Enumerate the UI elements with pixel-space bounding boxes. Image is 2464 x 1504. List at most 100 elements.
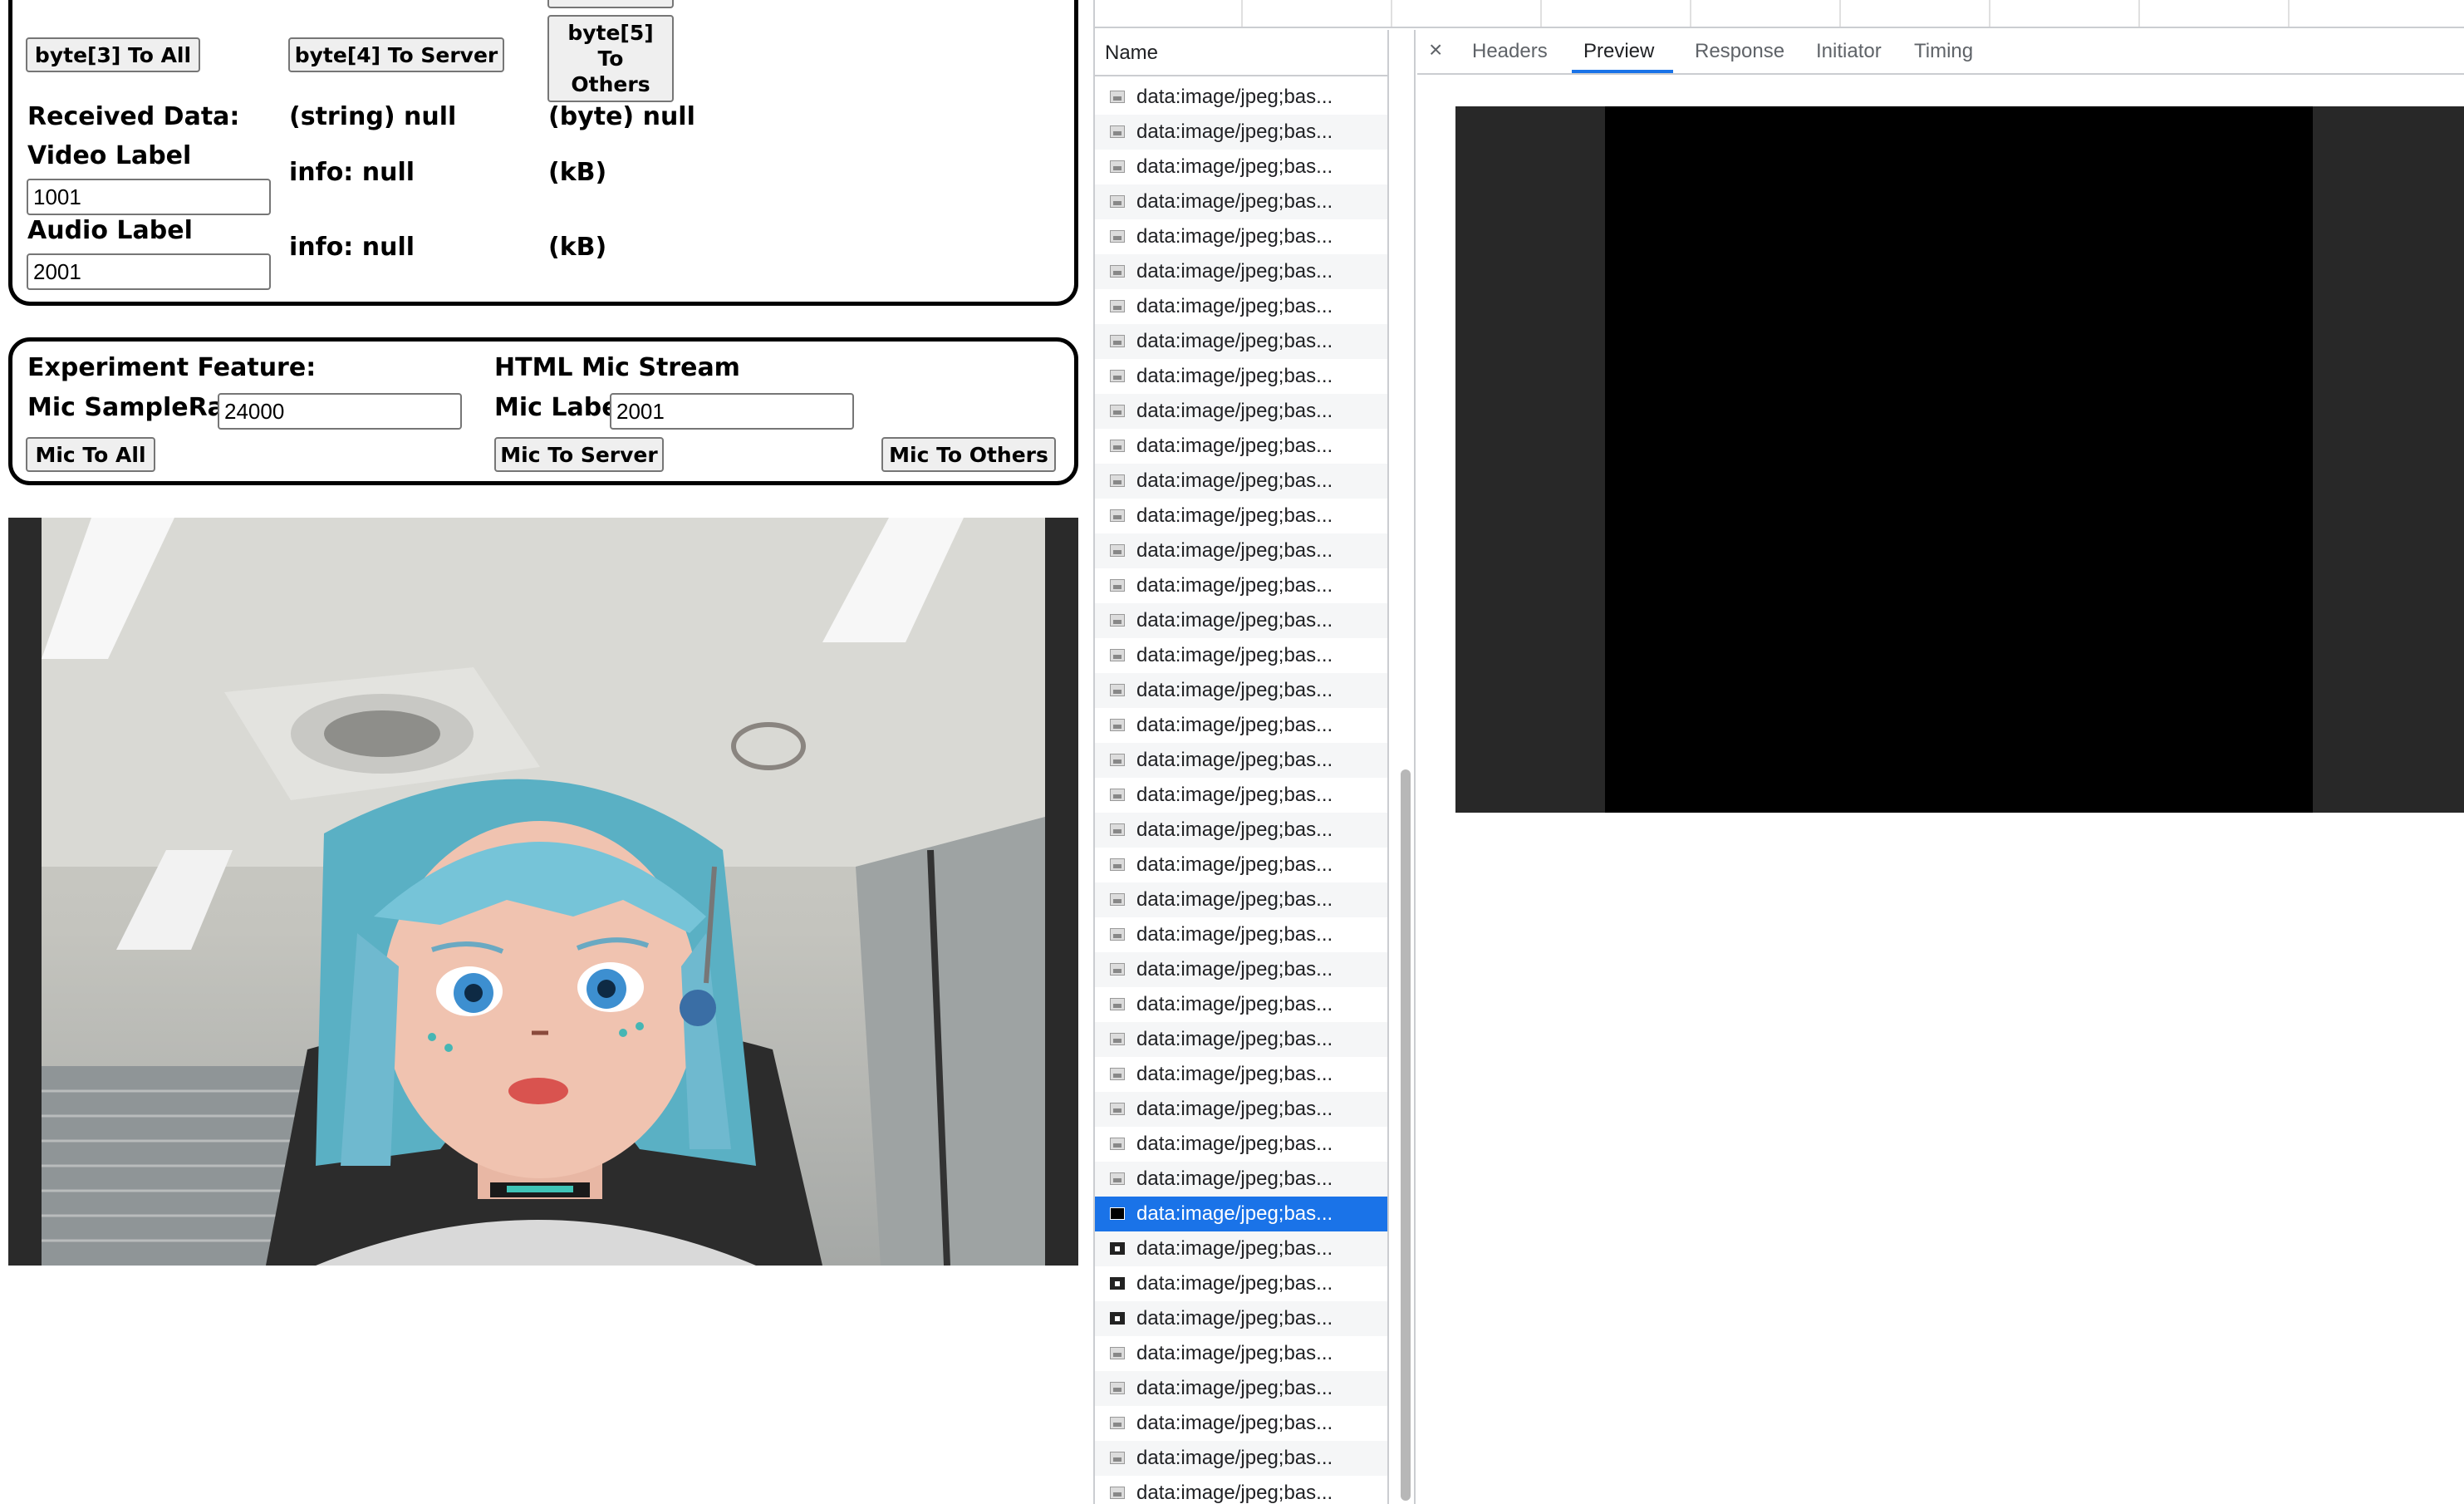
image-file-icon bbox=[1110, 265, 1125, 278]
request-row[interactable]: data:image/jpeg;bas... bbox=[1095, 1197, 1387, 1231]
audio-info: info: null bbox=[289, 233, 415, 262]
request-row[interactable]: data:image/jpeg;bas... bbox=[1095, 1092, 1387, 1127]
mic-samplerate-input[interactable]: 24000 bbox=[218, 393, 462, 430]
request-row[interactable]: data:image/jpeg;bas... bbox=[1095, 1266, 1387, 1301]
cut-off-button[interactable] bbox=[547, 0, 674, 8]
request-row[interactable]: data:image/jpeg;bas... bbox=[1095, 150, 1387, 184]
image-file-icon bbox=[1110, 1277, 1125, 1290]
request-row[interactable]: data:image/jpeg;bas... bbox=[1095, 708, 1387, 743]
request-row[interactable]: data:image/jpeg;bas... bbox=[1095, 394, 1387, 429]
request-row[interactable]: data:image/jpeg;bas... bbox=[1095, 1231, 1387, 1266]
request-name: data:image/jpeg;bas... bbox=[1136, 1342, 1333, 1364]
request-row[interactable]: data:image/jpeg;bas... bbox=[1095, 1127, 1387, 1162]
scrollbar-thumb[interactable] bbox=[1401, 769, 1411, 1501]
tab-headers[interactable]: Headers bbox=[1472, 40, 1548, 63]
request-row[interactable]: data:image/jpeg;bas... bbox=[1095, 1441, 1387, 1476]
image-file-icon bbox=[1110, 1417, 1125, 1429]
request-row[interactable]: data:image/jpeg;bas... bbox=[1095, 464, 1387, 499]
request-row[interactable]: data:image/jpeg;bas... bbox=[1095, 219, 1387, 254]
request-name: data:image/jpeg;bas... bbox=[1136, 1272, 1333, 1295]
byte5-to-others-button[interactable]: byte[5] To Others bbox=[547, 15, 674, 102]
request-row[interactable]: data:image/jpeg;bas... bbox=[1095, 184, 1387, 219]
request-name: data:image/jpeg;bas... bbox=[1136, 784, 1333, 806]
tab-initiator[interactable]: Initiator bbox=[1816, 40, 1882, 63]
video-label-input[interactable]: 1001 bbox=[27, 179, 271, 215]
request-row[interactable]: data:image/jpeg;bas... bbox=[1095, 254, 1387, 289]
video-label-title: Video Label bbox=[27, 141, 192, 170]
close-icon[interactable]: × bbox=[1429, 37, 1442, 63]
request-row[interactable]: data:image/jpeg;bas... bbox=[1095, 917, 1387, 952]
image-file-icon bbox=[1110, 440, 1125, 452]
tab-timing[interactable]: Timing bbox=[1914, 40, 1973, 63]
image-file-icon bbox=[1110, 160, 1125, 173]
image-file-icon bbox=[1110, 893, 1125, 906]
mic-to-server-button[interactable]: Mic To Server bbox=[494, 437, 664, 472]
request-row[interactable]: data:image/jpeg;bas... bbox=[1095, 533, 1387, 568]
request-name: data:image/jpeg;bas... bbox=[1136, 958, 1333, 981]
name-column-header[interactable]: Name bbox=[1095, 30, 1387, 76]
image-file-icon bbox=[1110, 91, 1125, 103]
image-file-icon bbox=[1110, 928, 1125, 941]
request-row[interactable]: data:image/jpeg;bas... bbox=[1095, 80, 1387, 115]
experiment-feature-label: Experiment Feature: bbox=[27, 353, 317, 382]
network-timeline[interactable] bbox=[1095, 0, 2464, 28]
byte4-to-server-button[interactable]: byte[4] To Server bbox=[288, 37, 504, 72]
tab-preview[interactable]: Preview bbox=[1583, 40, 1654, 63]
image-file-icon bbox=[1110, 1172, 1125, 1185]
request-row[interactable]: data:image/jpeg;bas... bbox=[1095, 813, 1387, 848]
request-row[interactable]: data:image/jpeg;bas... bbox=[1095, 848, 1387, 882]
request-row[interactable]: data:image/jpeg;bas... bbox=[1095, 673, 1387, 708]
image-file-icon bbox=[1110, 1242, 1125, 1255]
request-row[interactable]: data:image/jpeg;bas... bbox=[1095, 359, 1387, 394]
request-name: data:image/jpeg;bas... bbox=[1136, 1237, 1333, 1260]
image-file-icon bbox=[1110, 474, 1125, 487]
request-row[interactable]: data:image/jpeg;bas... bbox=[1095, 1336, 1387, 1371]
image-file-icon bbox=[1110, 230, 1125, 243]
image-file-icon bbox=[1110, 1452, 1125, 1464]
request-row[interactable]: data:image/jpeg;bas... bbox=[1095, 289, 1387, 324]
image-file-icon bbox=[1110, 1382, 1125, 1394]
byte3-to-all-button[interactable]: byte[3] To All bbox=[26, 37, 200, 72]
image-preview bbox=[1455, 106, 2464, 813]
request-row[interactable]: data:image/jpeg;bas... bbox=[1095, 743, 1387, 778]
request-row[interactable]: data:image/jpeg;bas... bbox=[1095, 1476, 1387, 1504]
request-name: data:image/jpeg;bas... bbox=[1136, 504, 1333, 527]
avatar-illustration bbox=[42, 518, 1045, 1266]
video-kb: (kB) bbox=[548, 158, 607, 187]
request-row[interactable]: data:image/jpeg;bas... bbox=[1095, 638, 1387, 673]
request-row[interactable]: data:image/jpeg;bas... bbox=[1095, 1162, 1387, 1197]
request-name: data:image/jpeg;bas... bbox=[1136, 1447, 1333, 1469]
request-row[interactable]: data:image/jpeg;bas... bbox=[1095, 1406, 1387, 1441]
audio-label-input[interactable]: 2001 bbox=[27, 253, 271, 290]
mic-to-all-button[interactable]: Mic To All bbox=[26, 437, 155, 472]
request-row[interactable]: data:image/jpeg;bas... bbox=[1095, 987, 1387, 1022]
request-row[interactable]: data:image/jpeg;bas... bbox=[1095, 568, 1387, 603]
request-row[interactable]: data:image/jpeg;bas... bbox=[1095, 429, 1387, 464]
request-row[interactable]: data:image/jpeg;bas... bbox=[1095, 115, 1387, 150]
request-row[interactable]: data:image/jpeg;bas... bbox=[1095, 952, 1387, 987]
request-row[interactable]: data:image/jpeg;bas... bbox=[1095, 499, 1387, 533]
image-file-icon bbox=[1110, 789, 1125, 801]
image-file-icon bbox=[1110, 370, 1125, 382]
timeline-gridline bbox=[1690, 0, 1691, 27]
request-list-scrollbar[interactable] bbox=[1394, 30, 1416, 1504]
request-name: data:image/jpeg;bas... bbox=[1136, 260, 1333, 283]
request-name: data:image/jpeg;bas... bbox=[1136, 365, 1333, 387]
request-row[interactable]: data:image/jpeg;bas... bbox=[1095, 1057, 1387, 1092]
request-name: data:image/jpeg;bas... bbox=[1136, 539, 1333, 562]
audio-label-title: Audio Label bbox=[27, 216, 193, 245]
timeline-gridline bbox=[1540, 0, 1542, 27]
request-row[interactable]: data:image/jpeg;bas... bbox=[1095, 778, 1387, 813]
experiment-panel: Experiment Feature: HTML Mic Stream Mic … bbox=[8, 337, 1078, 485]
webrtc-test-app: byte[3] To All byte[4] To Server byte[5]… bbox=[0, 0, 1088, 1504]
tab-response[interactable]: Response bbox=[1695, 40, 1784, 63]
request-row[interactable]: data:image/jpeg;bas... bbox=[1095, 1371, 1387, 1406]
request-row[interactable]: data:image/jpeg;bas... bbox=[1095, 324, 1387, 359]
request-row[interactable]: data:image/jpeg;bas... bbox=[1095, 882, 1387, 917]
request-name: data:image/jpeg;bas... bbox=[1136, 853, 1333, 876]
request-row[interactable]: data:image/jpeg;bas... bbox=[1095, 603, 1387, 638]
request-row[interactable]: data:image/jpeg;bas... bbox=[1095, 1301, 1387, 1336]
request-row[interactable]: data:image/jpeg;bas... bbox=[1095, 1022, 1387, 1057]
mic-label-input[interactable]: 2001 bbox=[610, 393, 854, 430]
mic-to-others-button[interactable]: Mic To Others bbox=[881, 437, 1056, 472]
